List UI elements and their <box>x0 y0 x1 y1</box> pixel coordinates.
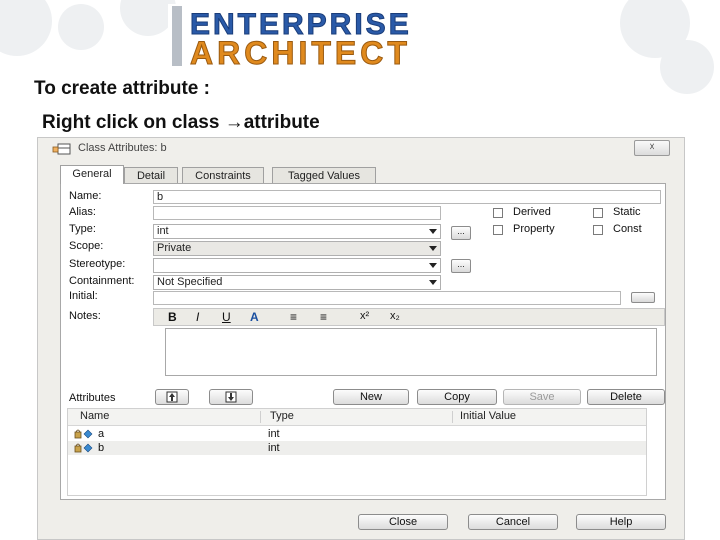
notes-editor[interactable] <box>165 328 657 376</box>
chevron-down-icon <box>429 229 437 234</box>
class-attributes-dialog: Class Attributes: b ☓ General Detail Con… <box>37 137 685 540</box>
scope-value: Private <box>157 242 192 254</box>
chevron-down-icon <box>429 263 437 268</box>
new-button[interactable]: New <box>333 389 409 405</box>
move-up-button[interactable] <box>155 389 189 405</box>
column-header-initial-value[interactable]: Initial Value <box>460 410 516 422</box>
instruction-prefix: Right click on class <box>42 112 220 133</box>
notes-label: Notes: <box>69 310 101 322</box>
tab-detail[interactable]: Detail <box>124 167 178 183</box>
row-type: int <box>268 428 280 440</box>
numbered-list-icon[interactable]: ≡ <box>320 310 327 324</box>
tab-tagged-values[interactable]: Tagged Values <box>272 167 376 183</box>
slide-instruction: Right click on class →attribute <box>42 112 320 134</box>
static-checkbox[interactable] <box>593 208 603 218</box>
table-row[interactable]: b int <box>68 441 646 455</box>
cancel-button[interactable]: Cancel <box>468 514 558 530</box>
const-label: Const <box>613 223 642 235</box>
move-down-button[interactable] <box>209 389 253 405</box>
underline-icon[interactable]: U <box>222 310 231 324</box>
dialog-titlebar: Class Attributes: b ☓ <box>38 138 684 160</box>
private-attribute-icon <box>74 443 93 453</box>
attributes-label: Attributes <box>69 392 116 404</box>
italic-icon[interactable]: I <box>196 310 199 324</box>
alias-label: Alias: <box>69 206 96 218</box>
derived-label: Derived <box>513 206 551 218</box>
containment-value: Not Specified <box>157 276 223 288</box>
instruction-target: attribute <box>243 112 320 133</box>
stereotype-label: Stereotype: <box>69 258 126 270</box>
close-button[interactable]: Close <box>358 514 448 530</box>
type-label: Type: <box>69 223 96 235</box>
class-icon <box>52 143 71 155</box>
superscript-icon[interactable]: x² <box>360 310 369 322</box>
initial-field[interactable] <box>153 291 621 305</box>
stereotype-browse-button[interactable]: ... <box>451 259 471 273</box>
move-up-icon <box>166 391 178 403</box>
table-row[interactable]: a int <box>68 427 646 441</box>
move-down-icon <box>225 391 237 403</box>
logo-line-2: ARCHITECT <box>190 35 411 68</box>
notes-toolbar: B I U A ≡ ≡ x² x₂ <box>153 308 665 326</box>
bold-icon[interactable]: B <box>168 310 177 324</box>
alias-field[interactable] <box>153 206 441 220</box>
private-attribute-icon <box>74 429 93 439</box>
bullet-list-icon[interactable]: ≡ <box>290 310 297 324</box>
containment-label: Containment: <box>69 275 135 287</box>
enterprise-architect-logo: ENTERPRISE ARCHITECT <box>168 4 596 68</box>
name-label: Name: <box>69 190 102 202</box>
const-checkbox[interactable] <box>593 225 603 235</box>
subscript-icon[interactable]: x₂ <box>390 310 400 322</box>
column-divider <box>260 411 261 423</box>
close-icon[interactable]: ☓ <box>634 140 670 156</box>
delete-button[interactable]: Delete <box>587 389 665 405</box>
property-label: Property <box>513 223 555 235</box>
chevron-down-icon <box>429 280 437 285</box>
scope-dropdown[interactable]: Private <box>153 241 441 256</box>
dialog-title: Class Attributes: b <box>78 142 167 154</box>
chevron-down-icon <box>429 246 437 251</box>
help-button[interactable]: Help <box>576 514 666 530</box>
type-dropdown[interactable]: int <box>153 224 441 239</box>
copy-button[interactable]: Copy <box>417 389 497 405</box>
column-header-name[interactable]: Name <box>80 410 109 422</box>
save-button[interactable]: Save <box>503 389 581 405</box>
containment-dropdown[interactable]: Not Specified <box>153 275 441 290</box>
slide-heading: To create attribute : <box>34 78 210 99</box>
initial-label: Initial: <box>69 290 98 302</box>
static-label: Static <box>613 206 641 218</box>
decorative-blob <box>660 40 714 94</box>
initial-expand-button[interactable] <box>631 292 655 303</box>
tab-general[interactable]: General <box>60 165 124 184</box>
decorative-blob <box>0 0 52 56</box>
general-panel: Name: b Alias: Derived Static Type: int … <box>60 183 666 500</box>
tab-constraints[interactable]: Constraints <box>182 167 264 183</box>
decorative-blob <box>58 4 104 50</box>
row-name: b <box>98 442 105 454</box>
name-field[interactable]: b <box>153 190 661 204</box>
attributes-list: Name Type Initial Value a int b int <box>67 408 647 496</box>
stereotype-dropdown[interactable] <box>153 258 441 273</box>
scope-label: Scope: <box>69 240 104 252</box>
column-header-type[interactable]: Type <box>270 410 294 422</box>
row-type: int <box>268 442 280 454</box>
column-divider <box>452 411 453 423</box>
type-value: int <box>157 225 169 237</box>
type-browse-button[interactable]: ... <box>451 226 471 240</box>
property-checkbox[interactable] <box>493 225 503 235</box>
arrow-icon: → <box>224 112 244 133</box>
font-color-icon[interactable]: A <box>250 310 259 324</box>
derived-checkbox[interactable] <box>493 208 503 218</box>
list-header: Name Type Initial Value <box>68 409 646 426</box>
row-name: a <box>98 428 105 440</box>
